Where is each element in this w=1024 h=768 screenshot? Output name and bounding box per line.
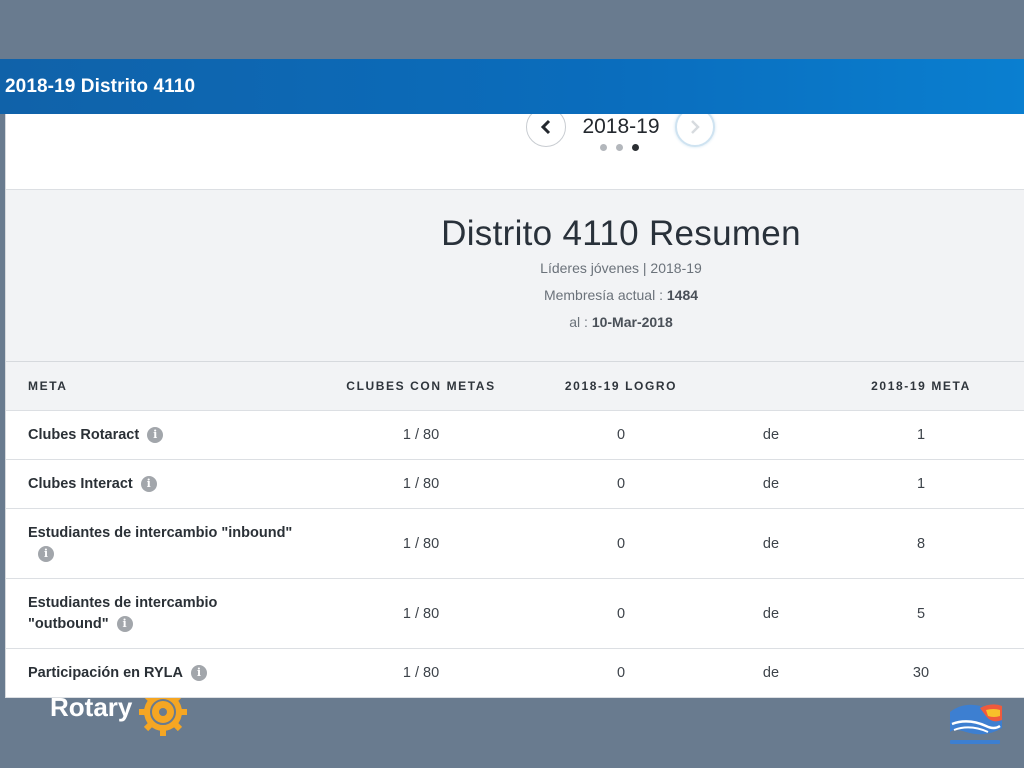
year-selector: 2018-19 [6, 107, 1024, 190]
achievement-cell: 0 [616, 605, 626, 622]
membership-label: Membresía actual : [543, 287, 663, 303]
goal-name-cell: Participación en RYLA i [28, 649, 318, 697]
of-label: de [762, 535, 780, 552]
column-header-goal: 2018-19 META [871, 379, 971, 393]
column-header-blank [736, 362, 806, 410]
achievement-cell: 0 [616, 535, 626, 552]
clubs-with-goals-cell: 1 / 80 [402, 535, 440, 552]
table-row: Participación en RYLA i 1 / 80 0 de 30 [6, 649, 1024, 698]
goal-name-cell: Estudiantes de intercambio "inbound" i [28, 509, 318, 578]
summary-title: Distrito 4110 Resumen [441, 214, 801, 253]
goal-name: Clubes Rotaract [28, 426, 140, 443]
of-label: de [762, 665, 780, 681]
page-dot[interactable] [600, 144, 607, 151]
date-label: al : [569, 314, 588, 330]
table-row: Estudiantes de intercambio "outbound" i 1… [6, 579, 1024, 649]
achievement-cell: 0 [616, 665, 626, 681]
page-dot[interactable] [616, 144, 623, 151]
goal-name-cell: Estudiantes de intercambio "outbound" i [28, 579, 318, 648]
goals-table: META CLUBES CON METAS 2018-19 LOGRO 2018… [6, 362, 1024, 698]
column-header-clubs: CLUBES CON METAS [346, 379, 496, 393]
of-label: de [762, 427, 780, 443]
date-value: 10-Mar-2018 [591, 314, 673, 330]
goal-name: Clubes Interact [28, 475, 133, 492]
goal-cell: 8 [916, 535, 926, 552]
info-icon[interactable]: i [190, 664, 207, 681]
clubs-with-goals-cell: 1 / 80 [402, 476, 440, 492]
chevron-left-icon [540, 119, 551, 135]
rotary-logo: Rotary [50, 688, 189, 738]
top-bar: 2018-19 Distrito 4110 [0, 59, 1024, 114]
page-title: 2018-19 Distrito 4110 [5, 75, 196, 97]
summary-section: Distrito 4110 Resumen Líderes jóvenes | … [6, 190, 1024, 362]
clubs-with-goals-cell: 1 / 80 [402, 605, 440, 622]
membership-value: 1484 [666, 287, 699, 303]
membership-line: Membresía actual : 1484 [396, 287, 846, 303]
date-line: al : 10-Mar-2018 [396, 314, 846, 330]
of-label: de [762, 476, 780, 492]
table-row: Clubes Rotaract i 1 / 80 0 de 1 [6, 411, 1024, 460]
clubs-with-goals-cell: 1 / 80 [402, 427, 440, 443]
info-icon[interactable]: i [147, 426, 164, 443]
page-dot-active[interactable] [632, 144, 639, 151]
year-label: 2018-19 [582, 115, 660, 138]
goal-cell: 5 [916, 605, 926, 622]
goal-name-cell: Clubes Interact i [28, 460, 318, 508]
clubs-with-goals-cell: 1 / 80 [402, 665, 440, 681]
table-row: Clubes Interact i 1 / 80 0 de 1 [6, 460, 1024, 509]
table-row: Estudiantes de intercambio "inbound" i 1 … [6, 509, 1024, 579]
page-indicator [600, 144, 639, 151]
district-emblem-icon [950, 704, 1002, 744]
info-icon[interactable]: i [38, 545, 54, 562]
achievement-cell: 0 [616, 427, 626, 443]
table-header: META CLUBES CON METAS 2018-19 LOGRO 2018… [6, 362, 1024, 411]
goal-cell: 30 [912, 665, 930, 681]
info-icon[interactable]: i [140, 475, 157, 492]
summary-subtitle: Líderes jóvenes | 2018-19 [540, 260, 702, 276]
goal-name-cell: Clubes Rotaract i [28, 411, 318, 459]
goal-cell: 1 [916, 476, 926, 492]
of-label: de [762, 605, 780, 622]
chevron-right-icon [691, 120, 700, 134]
main-panel: 2018-19 Distrito 4110 Resumen Líderes jó… [5, 107, 1024, 698]
goal-cell: 1 [916, 427, 926, 443]
goal-name: Participación en RYLA [28, 664, 183, 681]
achievement-cell: 0 [616, 476, 626, 492]
info-icon[interactable]: i [116, 615, 133, 632]
column-header-meta: META [28, 379, 68, 393]
column-header-achievement: 2018-19 LOGRO [564, 379, 678, 393]
goal-name: Estudiantes de intercambio "inbound" [28, 524, 293, 541]
